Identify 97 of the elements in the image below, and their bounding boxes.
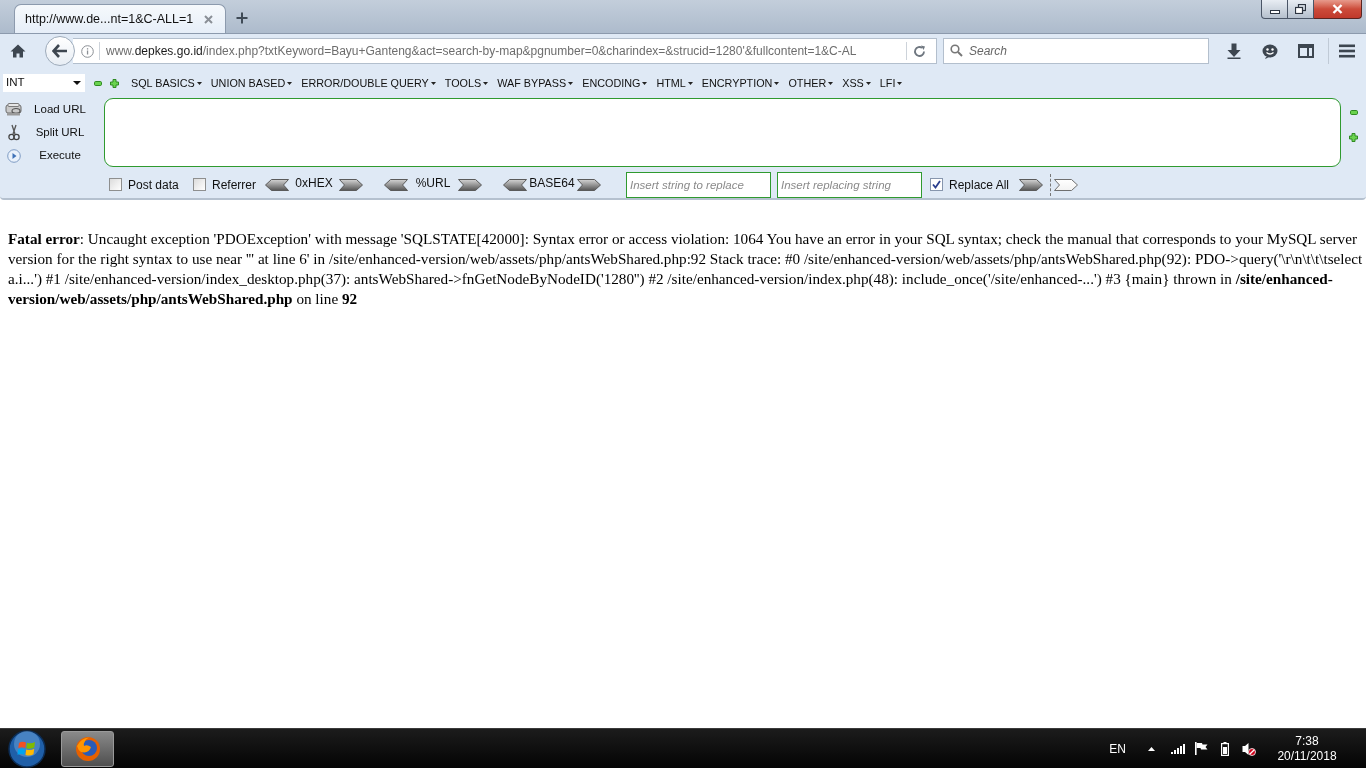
chevron-right-icon <box>1019 178 1044 191</box>
menu-button[interactable]: HTML <box>656 74 693 92</box>
error-message: Fatal error: Uncaught exception 'PDOException' with message 'SQLSTATE[42000]: Syntax error or access violation: 1064 You have an error in your SQL syntax; check the manual that corresponds to your MySQL server version for the right syntax to use near ''' at line 6' in /site/enhanced-version/web/assets/php/antsWebShared.php:92 Stack trace: #0 /site/enhanced-version/web/assets/php/antsWebShared.php(92): PDO->query('\r\n\t\t\tselect a.i...') #1 /site/enhanced-version/index_desktop.php(37): antsWebShared->fnGetNodeByNodeID('1280'') #2 /site/enhanced-version/index.php(48): include_once('/site/enhanced-...') #3 {main} thrown in /site/enhanced-version/web/assets/php/antsWebShared.php on line 92 <box>8 229 1364 309</box>
arrow-left-icon <box>52 44 68 58</box>
close-icon <box>1332 4 1343 14</box>
start-button[interactable] <box>8 729 46 768</box>
left-arrow-button[interactable] <box>384 178 408 191</box>
menu-button[interactable]: SQL BASICS <box>131 74 202 92</box>
menu-button[interactable]: WAF BYPASS <box>497 74 574 92</box>
caret-icon <box>287 82 293 85</box>
checkbox[interactable] <box>930 178 943 191</box>
menu-button[interactable]: ERROR/DOUBLE QUERY <box>301 74 436 92</box>
signal-bars-icon[interactable] <box>1171 743 1185 754</box>
start-orb-icon <box>8 729 46 768</box>
split-url-button[interactable]: Split URL <box>0 121 98 144</box>
chevron-right-icon <box>458 178 482 191</box>
plus-icon[interactable] <box>1349 133 1358 142</box>
download-icon[interactable] <box>1227 43 1241 59</box>
address-bar[interactable]: www.depkes.go.id/index.php?txtKeyword=Bayu+Ganteng&act=search-by-map&pgnumber=0&charindex=&strucid=1280'&fullcontent=1&C-AL <box>73 38 937 64</box>
smiley-speech-bubble-icon[interactable] <box>1262 43 1278 59</box>
menu-icon[interactable] <box>1339 44 1355 58</box>
home-icon[interactable] <box>10 44 26 58</box>
search-icon <box>950 44 963 57</box>
execute-button[interactable]: Execute <box>0 144 98 167</box>
plus-icon[interactable] <box>236 12 248 24</box>
encoder-label: %URL <box>415 175 451 192</box>
clock-time[interactable]: 7:38 <box>1295 733 1319 749</box>
caret-icon <box>430 82 436 85</box>
info-icon[interactable] <box>81 44 94 58</box>
minus-icon[interactable] <box>94 80 102 86</box>
speaker-muted-icon[interactable] <box>1242 741 1256 756</box>
checkbox-label: Referrer <box>212 176 256 194</box>
url-textarea[interactable] <box>104 98 1341 167</box>
swirl-logo-icon <box>74 735 101 762</box>
right-arrow-button[interactable] <box>1054 178 1079 191</box>
caret-up-icon[interactable] <box>1148 746 1155 751</box>
left-arrow-button[interactable] <box>265 178 289 191</box>
caret-icon <box>642 82 648 85</box>
browser-tab[interactable]: http://www.de...nt=1&C-ALL=1 <box>14 4 226 33</box>
dropdown-arrow-icon <box>73 81 81 85</box>
right-arrow-button[interactable] <box>339 178 363 191</box>
mode-select[interactable]: INT <box>3 74 85 92</box>
encoder-label: BASE64 <box>529 175 575 192</box>
close-icon[interactable] <box>204 14 213 24</box>
right-arrow-button[interactable] <box>1019 178 1044 191</box>
caret-icon <box>196 82 202 85</box>
encoder-label: 0xHEX <box>295 175 333 192</box>
caret-icon <box>828 82 834 85</box>
restore-button[interactable] <box>1288 0 1314 19</box>
taskbar-app-button[interactable] <box>61 730 114 767</box>
right-arrow-button[interactable] <box>577 178 601 191</box>
back-button[interactable] <box>45 36 75 66</box>
sidebar-icon[interactable] <box>1298 44 1314 58</box>
menu-button[interactable]: UNION BASED <box>210 74 293 92</box>
caret-icon <box>483 82 489 85</box>
language-indicator[interactable]: EN <box>1109 739 1126 758</box>
reload-icon[interactable] <box>913 44 926 58</box>
plus-icon[interactable] <box>110 78 119 88</box>
printer-icon <box>5 103 22 116</box>
menu-button[interactable]: TOOLS <box>444 74 489 92</box>
clock-date[interactable]: 20/11/2018 <box>1277 748 1337 764</box>
checkbox[interactable] <box>109 178 122 191</box>
caret-icon <box>687 82 693 85</box>
chevron-left-icon <box>265 178 289 191</box>
menu-button[interactable]: ENCRYPTION <box>701 74 780 92</box>
chevron-left-icon <box>503 178 527 191</box>
flag-icon[interactable] <box>1195 742 1208 755</box>
menu-button[interactable]: OTHER <box>788 74 834 92</box>
restore-icon <box>1295 4 1306 14</box>
chevron-left-icon <box>384 178 408 191</box>
chevron-right-icon <box>1054 178 1079 191</box>
minimize-button[interactable] <box>1261 0 1288 19</box>
load-url-button[interactable]: Load URL <box>0 98 98 121</box>
checkbox-label: Post data <box>128 176 179 194</box>
search-field[interactable]: Search <box>943 38 1209 64</box>
menu-button[interactable]: XSS <box>842 74 871 92</box>
chevron-right-icon <box>339 178 363 191</box>
checkmark-icon <box>932 180 941 189</box>
scissors-icon <box>7 124 20 141</box>
menu-button[interactable]: LFI <box>879 74 903 92</box>
chevron-right-icon <box>577 178 601 191</box>
caret-icon <box>865 82 871 85</box>
battery-icon[interactable] <box>1221 741 1229 756</box>
find-field[interactable]: Insert string to replace <box>626 171 771 198</box>
checkbox-label: Replace All <box>949 176 1010 194</box>
caret-icon <box>897 82 903 85</box>
minus-icon[interactable] <box>1349 110 1358 115</box>
caret-icon <box>774 82 780 85</box>
right-arrow-button[interactable] <box>458 178 482 191</box>
play-icon <box>6 148 21 163</box>
menu-button[interactable]: ENCODING <box>582 74 648 92</box>
minimize-icon <box>1269 9 1280 14</box>
left-arrow-button[interactable] <box>503 178 527 191</box>
caret-icon <box>568 82 574 85</box>
close-window-button[interactable] <box>1314 0 1362 19</box>
checkbox[interactable] <box>193 178 206 191</box>
replace-field[interactable]: Insert replacing string <box>777 171 922 198</box>
